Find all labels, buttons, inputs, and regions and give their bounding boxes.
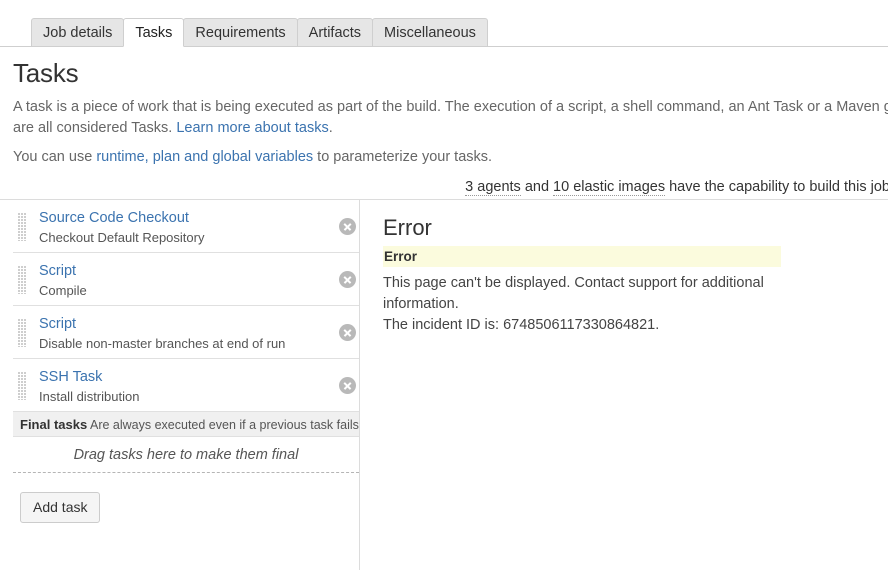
tab-list: Job details Tasks Requirements Artifacts… (31, 18, 488, 47)
tasks-configuration-page: Job details Tasks Requirements Artifacts… (0, 0, 888, 570)
task-row-text: SSH Task Install distribution (39, 368, 139, 405)
final-tasks-description: Are always executed even if a previous t… (87, 418, 359, 432)
page-title: Tasks (13, 58, 79, 88)
add-task-row: Add task (13, 473, 359, 523)
task-row[interactable]: SSH Task Install distribution (13, 359, 359, 412)
task-row[interactable]: Script Disable non-master branches at en… (13, 306, 359, 359)
task-row-text: Script Disable non-master branches at en… (39, 315, 285, 352)
drag-handle-icon[interactable] (18, 213, 27, 241)
delete-task-icon[interactable] (339, 218, 356, 235)
error-incident-id: The incident ID is: 6748506117330864821. (383, 317, 660, 333)
task-row-text: Script Compile (39, 262, 87, 299)
variables-link[interactable]: runtime, plan and global variables (96, 149, 313, 165)
task-subtitle: Install distribution (39, 389, 140, 404)
final-tasks-label: Final tasks (20, 417, 88, 432)
intro-1-text: A task is a piece of work that is being … (13, 99, 888, 136)
task-subtitle: Checkout Default Repository (39, 230, 205, 245)
task-title-link[interactable]: Script (39, 262, 87, 280)
elastic-images-count-tooltip[interactable]: 10 elastic images (553, 179, 666, 196)
error-heading: Error (383, 215, 432, 240)
tab-miscellaneous[interactable]: Miscellaneous (372, 18, 488, 47)
drag-handle-icon[interactable] (18, 319, 27, 347)
task-row-text: Source Code Checkout Checkout Default Re… (39, 209, 204, 246)
agent-capability-note: 3 agents and 10 elastic images have the … (465, 177, 888, 197)
agent-note-conjunction: and (520, 179, 554, 195)
delete-task-icon[interactable] (339, 324, 356, 341)
agents-count-tooltip[interactable]: 3 agents (465, 179, 521, 196)
tab-bar: Job details Tasks Requirements Artifacts… (0, 0, 888, 48)
task-title-link[interactable]: Source Code Checkout (39, 209, 204, 227)
intro-1-period: . (328, 120, 333, 136)
final-tasks-header: Final tasks Are always executed even if … (13, 412, 359, 437)
drag-handle-icon[interactable] (18, 266, 27, 294)
tab-artifacts[interactable]: Artifacts (296, 18, 374, 47)
panel-vertical-divider (359, 200, 360, 570)
delete-task-icon[interactable] (339, 377, 356, 394)
add-task-button[interactable]: Add task (20, 492, 101, 523)
task-subtitle: Disable non-master branches at end of ru… (39, 336, 286, 351)
task-list-panel: Source Code Checkout Checkout Default Re… (13, 200, 359, 523)
intro-paragraph-1: A task is a piece of work that is being … (13, 97, 888, 139)
task-title-link[interactable]: Script (39, 315, 285, 333)
intro-2-text-after: to parameterize your tasks. (313, 149, 493, 165)
error-status-badge: Error (383, 246, 781, 267)
task-title-link[interactable]: SSH Task (39, 368, 139, 386)
agent-note-suffix: have the capability to build this job. (665, 179, 888, 195)
drag-handle-icon[interactable] (18, 372, 27, 400)
error-message: This page can't be displayed. Contact su… (383, 275, 764, 312)
task-row[interactable]: Script Compile (13, 253, 359, 306)
tab-tasks[interactable]: Tasks (123, 18, 185, 47)
task-row[interactable]: Source Code Checkout Checkout Default Re… (13, 200, 359, 253)
intro-paragraph-2: You can use runtime, plan and global var… (13, 147, 888, 168)
error-panel: Error Error This page can't be displayed… (383, 200, 853, 336)
learn-more-about-tasks-link[interactable]: Learn more about tasks (176, 120, 328, 136)
intro-2-text-before: You can use (13, 149, 97, 165)
delete-task-icon[interactable] (339, 271, 356, 288)
task-subtitle: Compile (39, 283, 87, 298)
tab-job-details[interactable]: Job details (31, 18, 125, 47)
final-tasks-dropzone[interactable]: Drag tasks here to make them final (13, 437, 359, 473)
error-body: This page can't be displayed. Contact su… (383, 273, 778, 336)
tab-requirements[interactable]: Requirements (183, 18, 298, 47)
